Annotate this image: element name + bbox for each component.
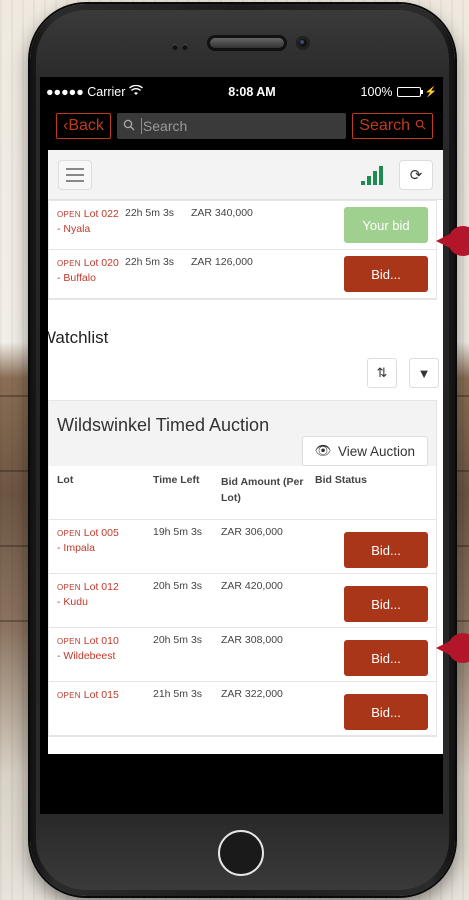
filter-button[interactable]: ▼ (409, 358, 439, 388)
app-content: ⟳ OPEN Lot 022 - Nyala 22h 5m 3s ZAR 340,… (48, 150, 443, 754)
lot-number: Lot 015 (83, 689, 119, 701)
lot-name: - Nyala (57, 223, 91, 235)
back-label: Back (68, 117, 104, 134)
signal-strength-icon (361, 165, 383, 185)
bid-amount: ZAR 306,000 (221, 526, 283, 538)
search-button[interactable]: Search (352, 113, 433, 139)
carrier-label: ●●●●● Carrier (46, 85, 126, 99)
table-row: OPEN Lot 022 - Nyala 22h 5m 3s ZAR 340,00… (49, 201, 436, 250)
lot-number: Lot 010 (83, 635, 119, 647)
front-camera (296, 36, 310, 50)
table-row: OPEN Lot 012 - Kudu 20h 5m 3s ZAR 420,000… (49, 574, 436, 628)
status-time: 8:08 AM (228, 85, 276, 99)
lot-name: - Impala (57, 542, 95, 554)
table-row: OPEN Lot 015 21h 5m 3s ZAR 322,000 Bid..… (49, 682, 436, 736)
battery-label: 100% (360, 85, 393, 99)
view-auction-label: View Auction (337, 443, 415, 459)
lot-cell[interactable]: OPEN Lot 020 - Buffalo (57, 256, 125, 286)
status-bar: ●●●●● Carrier 8:08 AM 100% ⚡ (40, 77, 443, 107)
watchlist-title: Watchlist (48, 328, 109, 347)
table-row: OPEN Lot 005 - Impala 19h 5m 3s ZAR 306,0… (49, 520, 436, 574)
watchlist-tools: ⇅ ▼ (48, 358, 443, 388)
bid-button[interactable]: Bid... (344, 532, 428, 568)
eye-icon: 👁 (314, 443, 332, 458)
refresh-icon: ⟳ (409, 166, 423, 184)
column-header-lot: Lot (57, 474, 74, 486)
menu-button[interactable] (58, 159, 92, 190)
your-bid-button[interactable]: Your bid (344, 207, 428, 243)
back-button[interactable]: ‹ Back (56, 113, 111, 139)
time-left: 22h 5m 3s (125, 256, 175, 268)
time-left: 19h 5m 3s (153, 526, 203, 538)
bid-amount: ZAR 126,000 (191, 256, 253, 268)
time-left: 21h 5m 3s (153, 688, 203, 700)
battery-icon (396, 87, 423, 97)
search-placeholder: Search (142, 118, 188, 134)
bid-amount: ZAR 322,000 (221, 688, 283, 700)
app-toolbar: ⟳ (48, 150, 443, 200)
lot-cell[interactable]: OPEN Lot 015 (57, 688, 153, 703)
bid-amount: ZAR 308,000 (221, 634, 283, 646)
search-button-label: Search (359, 117, 410, 134)
sort-icon: ⇅ (376, 365, 388, 380)
lot-name: - Kudu (57, 596, 88, 608)
bid-button[interactable]: Bid... (344, 694, 428, 730)
bid-amount: ZAR 340,000 (191, 207, 253, 219)
view-auction-button[interactable]: 👁 View Auction (301, 436, 428, 466)
refresh-button[interactable]: ⟳ (399, 159, 433, 190)
column-header-time-left: Time Left (153, 474, 200, 486)
bid-button[interactable]: Bid... (344, 586, 428, 622)
lot-status: OPEN (57, 583, 81, 592)
lot-cell[interactable]: OPEN Lot 010 - Wildebeest (57, 634, 153, 664)
lot-status: OPEN (57, 691, 81, 700)
sensor-dots (172, 37, 196, 50)
time-left: 20h 5m 3s (153, 634, 203, 646)
lot-status: OPEN (57, 529, 81, 538)
column-header-bid-amount: Bid Amount (Per Lot) (221, 476, 304, 504)
sort-button[interactable]: ⇅ (367, 358, 397, 388)
lot-number: Lot 022 (83, 208, 119, 220)
wifi-icon (129, 84, 144, 99)
lot-cell[interactable]: OPEN Lot 012 - Kudu (57, 580, 153, 610)
lot-name: - Wildebeest (57, 650, 116, 662)
time-left: 22h 5m 3s (125, 207, 175, 219)
lot-cell[interactable]: OPEN Lot 022 - Nyala (57, 207, 125, 237)
earpiece-speaker (207, 35, 287, 51)
lot-status: OPEN (57, 637, 81, 646)
column-header-bid-status: Bid Status (315, 474, 367, 486)
bid-amount: ZAR 420,000 (221, 580, 283, 592)
search-icon (123, 118, 135, 134)
table-row: OPEN Lot 010 - Wildebeest 20h 5m 3s ZAR 3… (49, 628, 436, 682)
auction-panel: Wildswinkel Timed Auction 👁 View Auction… (48, 400, 437, 737)
charging-icon: ⚡ (424, 86, 437, 98)
bid-button[interactable]: Bid... (344, 256, 428, 292)
time-left: 20h 5m 3s (153, 580, 203, 592)
navbar: ‹ Back Search Search (40, 107, 443, 145)
lot-number: Lot 020 (83, 257, 119, 269)
text-cursor (140, 118, 142, 134)
lot-number: Lot 012 (83, 581, 119, 593)
lot-status: OPEN (57, 259, 81, 268)
filter-icon: ▼ (417, 365, 431, 381)
lot-status: OPEN (57, 210, 81, 219)
screen-bottom-bar (40, 754, 443, 814)
phone-screen: ●●●●● Carrier 8:08 AM 100% ⚡ ‹ Back Sear… (40, 77, 443, 814)
active-bids-panel: OPEN Lot 022 - Nyala 22h 5m 3s ZAR 340,00… (48, 200, 437, 300)
home-button[interactable] (218, 830, 264, 876)
table-header: Lot Time Left Bid Amount (Per Lot) Bid S… (49, 466, 436, 520)
lot-cell[interactable]: OPEN Lot 005 - Impala (57, 526, 153, 556)
bid-button[interactable]: Bid... (344, 640, 428, 676)
search-input[interactable]: Search (116, 113, 347, 139)
search-icon (415, 117, 426, 135)
table-row: OPEN Lot 020 - Buffalo 22h 5m 3s ZAR 126,… (49, 250, 436, 299)
lot-name: - Buffalo (57, 272, 96, 284)
lot-number: Lot 005 (83, 527, 119, 539)
